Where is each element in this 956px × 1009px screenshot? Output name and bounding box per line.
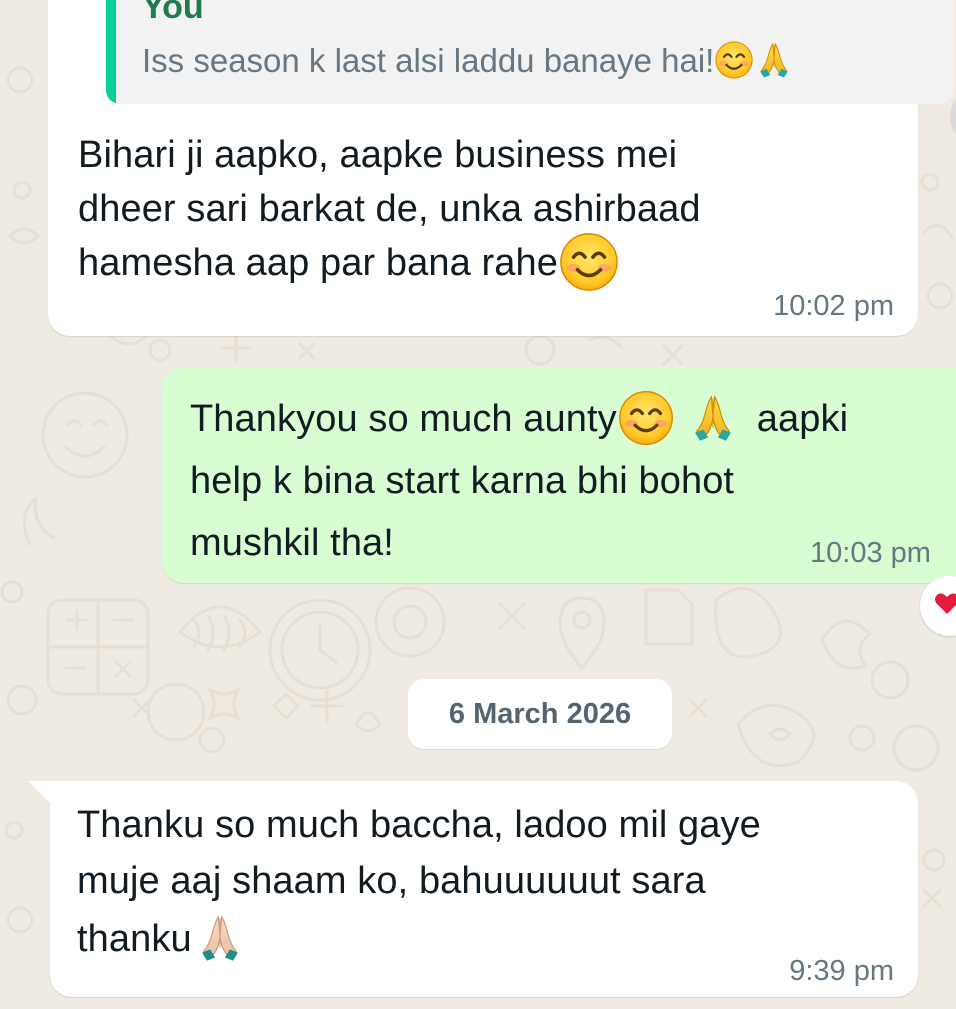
message-line: hamesha aap par bana rahe bbox=[78, 242, 558, 284]
quote-text: Iss season k last alsi laddu banaye hai! bbox=[142, 42, 715, 79]
message-line: help k bina start karna bhi bohot bbox=[190, 460, 735, 502]
quote-author: You bbox=[142, 0, 204, 26]
message-tail bbox=[28, 781, 52, 805]
heart-icon bbox=[935, 593, 956, 614]
folded-hands-icon bbox=[687, 392, 739, 444]
quote-accent-bar bbox=[106, 0, 116, 104]
message-time: 10:03 pm bbox=[810, 537, 931, 569]
message-time: 9:39 pm bbox=[789, 955, 894, 987]
smiling-face-icon bbox=[558, 231, 620, 293]
message-line: aapki bbox=[756, 398, 849, 440]
message-line: Thankyou so much aunty bbox=[190, 398, 617, 440]
smiling-face-icon bbox=[617, 389, 675, 447]
message-line-with-emoji: Thankyou so much aunty aapki bbox=[190, 389, 848, 450]
message-line: Thanku so much baccha, ladoo mil gaye bbox=[77, 804, 761, 846]
message-line: thanku bbox=[77, 918, 192, 960]
smiling-face-icon bbox=[714, 40, 754, 80]
message-line-with-emoji: hamesha aap par bana rahe bbox=[78, 233, 620, 296]
outgoing-message-bubble[interactable]: Thankyou so much aunty aapki help k bina … bbox=[162, 367, 956, 583]
message-time: 10:02 pm bbox=[773, 290, 894, 322]
message-line: Bihari ji aapko, aapke business mei bbox=[78, 134, 678, 176]
incoming-message-bubble[interactable]: You Iss season k last alsi laddu banaye … bbox=[48, 0, 954, 336]
message-line-with-emoji: thanku bbox=[77, 909, 246, 969]
message-line: muje aaj shaam ko, bahuuuuuut sara bbox=[77, 860, 706, 902]
incoming-message-bubble[interactable]: Thanku so much baccha, ladoo mil gaye mu… bbox=[50, 781, 918, 997]
quote-text-row: Iss season k last alsi laddu banaye hai! bbox=[142, 42, 794, 83]
quoted-message[interactable]: You Iss season k last alsi laddu banaye … bbox=[106, 0, 954, 104]
message-line: mushkil tha! bbox=[190, 522, 394, 564]
date-separator: 6 March 2026 bbox=[408, 679, 672, 749]
folded-hands-light-skin-icon bbox=[194, 912, 246, 964]
folded-hands-icon bbox=[754, 40, 794, 80]
